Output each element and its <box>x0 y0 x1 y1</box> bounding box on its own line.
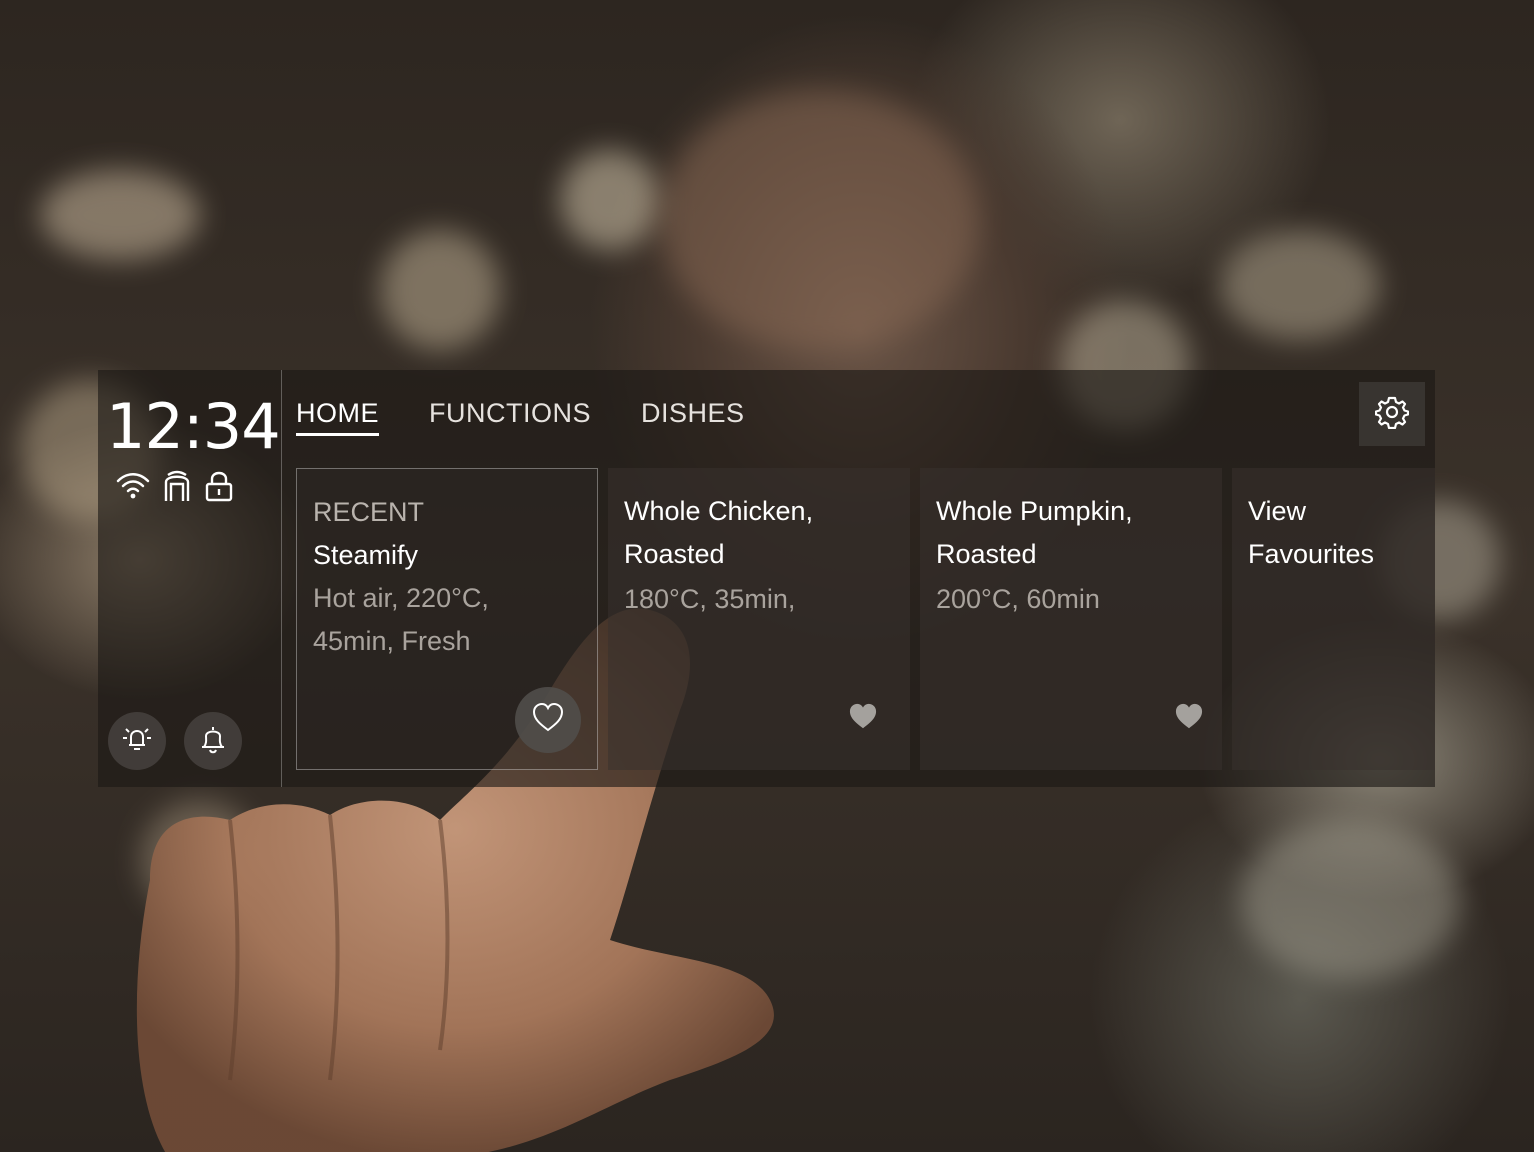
card-title: Favourites <box>1248 539 1375 569</box>
status-sidebar: 12:34 <box>98 370 282 787</box>
settings-button[interactable] <box>1359 382 1425 446</box>
gear-icon <box>1374 395 1410 434</box>
tab-home[interactable]: HOME <box>296 398 379 436</box>
card-details: 200°C, 60min <box>936 584 1100 614</box>
bell-icon <box>197 723 229 760</box>
light-icon <box>121 723 153 760</box>
timer-button[interactable] <box>184 712 242 770</box>
card-title: Steamify <box>313 540 419 570</box>
oven-control-panel: 12:34 HOME FUNCTIONS DISHES RECENT Steam… <box>98 370 1435 787</box>
card-title: View <box>1248 496 1307 526</box>
card-kicker: RECENT <box>313 497 425 527</box>
status-icons <box>116 470 234 502</box>
light-button[interactable] <box>108 712 166 770</box>
card-details: Hot air, 220°C, <box>313 583 489 613</box>
clock: 12:34 <box>106 390 281 463</box>
recent-card[interactable]: RECENT Steamify Hot air, 220°C, 45min, F… <box>296 468 598 770</box>
card-details: 180°C, 35min, <box>624 584 796 614</box>
favourite-button[interactable] <box>515 687 581 753</box>
view-favourites-card[interactable]: View Favourites <box>1232 468 1435 770</box>
heart-outline-icon <box>532 702 564 738</box>
card-title: Roasted <box>624 539 725 569</box>
card-title: Whole Pumpkin, <box>936 496 1133 526</box>
card-title: Whole Chicken, <box>624 496 814 526</box>
oven-door-icon <box>162 470 192 502</box>
dish-card-pumpkin[interactable]: Whole Pumpkin, Roasted 200°C, 60min <box>920 468 1222 770</box>
wifi-icon <box>116 470 150 502</box>
main-tabs: HOME FUNCTIONS DISHES <box>296 398 745 436</box>
heart-filled-icon[interactable] <box>1174 703 1204 736</box>
heart-filled-icon[interactable] <box>848 703 878 736</box>
dish-card-chicken[interactable]: Whole Chicken, Roasted 180°C, 35min, <box>608 468 910 770</box>
tab-dishes[interactable]: DISHES <box>641 398 745 436</box>
tab-functions[interactable]: FUNCTIONS <box>429 398 591 436</box>
card-title: Roasted <box>936 539 1037 569</box>
lock-icon <box>204 470 234 502</box>
card-details: 45min, Fresh <box>313 626 471 656</box>
